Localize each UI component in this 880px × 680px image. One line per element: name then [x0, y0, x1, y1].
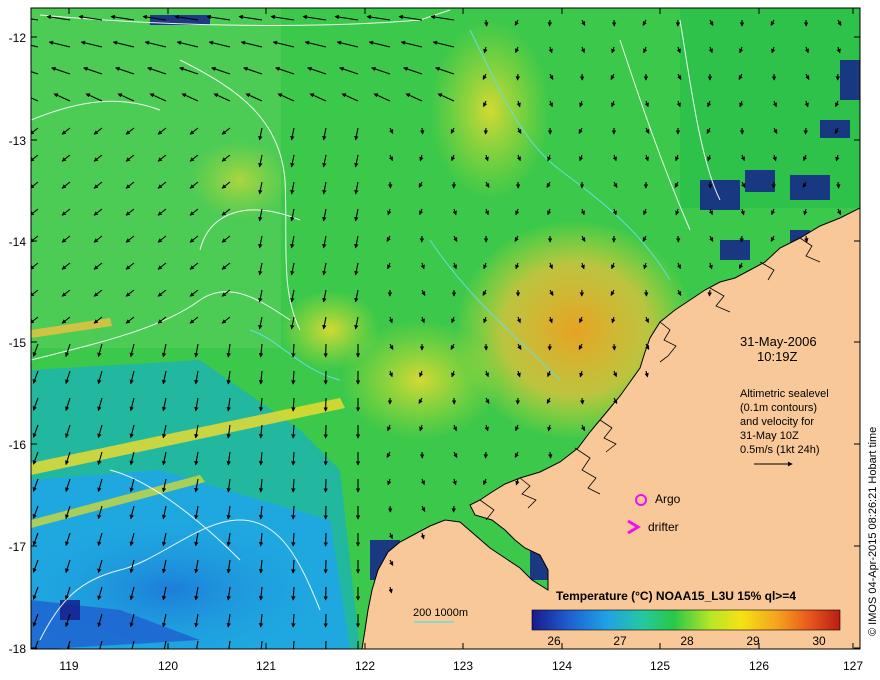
map-area [31, 8, 860, 649]
lon-axis: 119 120 121 122 123 124 125 126 127 [59, 659, 863, 673]
velocity-arrow-icon [580, 397, 585, 405]
colorbar-tick: 28 [680, 634, 694, 648]
lat-label: -17 [9, 540, 27, 554]
lat-label: -15 [9, 336, 27, 350]
velocity-arrow-icon [707, 289, 712, 297]
lon-label: 119 [59, 659, 78, 673]
lat-axis: -12 -13 -14 -15 -16 -17 -18 [9, 31, 27, 656]
altimetry-line: (0.1m contours) [740, 402, 817, 414]
lat-label: -14 [9, 235, 27, 249]
altimetry-line: 31-May 10Z [740, 430, 799, 442]
colorbar-tick: 26 [547, 634, 561, 648]
velocity-arrow-icon [644, 289, 649, 297]
lon-label: 120 [158, 659, 178, 673]
velocity-arrow-icon [420, 127, 425, 135]
colorbar-tick: 30 [812, 634, 826, 648]
lon-label: 124 [552, 659, 572, 673]
sst-map: -12 -13 -14 -15 -16 -17 -18 119 120 121 … [9, 7, 879, 673]
colorbar-ramp [531, 609, 841, 631]
altimetry-line: and velocity for [740, 416, 814, 428]
velocity-arrow-icon [836, 181, 841, 189]
colorbar-tick: 29 [746, 634, 760, 648]
map-time: 10:19Z [757, 349, 798, 364]
lat-label: -13 [9, 134, 27, 148]
lon-label: 125 [650, 659, 670, 673]
drifter-label: drifter [648, 520, 679, 534]
lat-label: -18 [9, 642, 27, 656]
velocity-arrow-icon [548, 451, 553, 459]
velocity-arrow-icon [451, 505, 456, 513]
velocity-arrow-icon [739, 235, 744, 243]
altimetry-line: 0.5m/s (1kt 24h) [740, 444, 819, 456]
velocity-arrow-icon [612, 343, 617, 351]
lat-label: -16 [9, 438, 27, 452]
lon-label: 123 [453, 659, 473, 673]
lon-label: 127 [843, 659, 863, 673]
colorbar-tick: 27 [613, 634, 627, 648]
velocity-arrow-icon [483, 451, 488, 459]
velocity-arrow-icon [388, 181, 393, 189]
velocity-arrow-icon [484, 19, 489, 27]
lon-label: 126 [749, 659, 769, 673]
velocity-arrow-icon [547, 19, 552, 27]
lat-label: -12 [9, 31, 27, 45]
velocity-arrow-icon [515, 73, 520, 81]
argo-label: Argo [655, 492, 681, 506]
bathymetry-label: 200 1000m [413, 607, 468, 619]
velocity-arrow-icon [771, 181, 776, 189]
credit-text: © IMOS 04-Apr-2015 08:26:21 Hobart time [867, 427, 879, 636]
velocity-arrow-icon [803, 127, 808, 135]
lon-label: 122 [355, 659, 375, 673]
altimetry-line: Altimetric sealevel [740, 388, 829, 400]
colorbar-title: Temperature (°C) NOAA15_L3U 15% ql>=4 [556, 589, 796, 603]
map-date: 31-May-2006 [740, 334, 817, 349]
lon-label: 121 [256, 659, 276, 673]
